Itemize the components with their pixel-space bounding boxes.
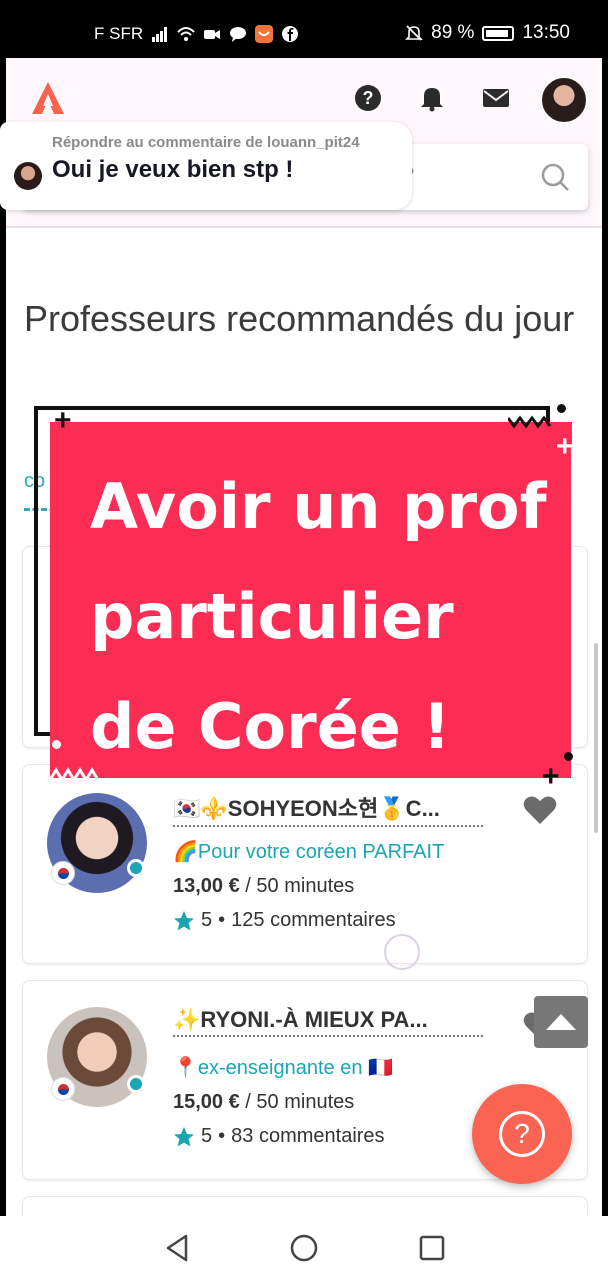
teacher-tagline: 🌈Pour votre coréen PARFAIT bbox=[173, 841, 445, 863]
teacher-name[interactable]: ✨RYONI.-À MIEUX PA... bbox=[173, 1007, 483, 1037]
android-nav-bar bbox=[0, 1216, 608, 1280]
teacher-card[interactable]: 🇰🇷⚜️SOHYEON소현🥇C... 🌈Pour votre coréen PA… bbox=[22, 764, 588, 964]
korea-flag-icon bbox=[51, 861, 75, 885]
signal-icon bbox=[152, 27, 168, 42]
star-icon bbox=[174, 1126, 194, 1146]
zigzag-decoration-icon bbox=[508, 415, 552, 429]
video-icon bbox=[204, 30, 221, 39]
chat-icon bbox=[230, 27, 247, 42]
teacher-rating: 5 • 125 commentaires bbox=[173, 909, 396, 932]
mail-icon[interactable] bbox=[482, 84, 510, 112]
online-status-icon bbox=[127, 859, 145, 877]
rating-value: 5 bbox=[201, 909, 213, 931]
search-icon[interactable] bbox=[540, 162, 570, 192]
plus-decoration-icon: + bbox=[542, 760, 560, 793]
shopping-app-icon bbox=[255, 25, 274, 43]
dot-decoration bbox=[557, 404, 566, 413]
loading-spinner bbox=[384, 934, 420, 970]
teacher-rating: 5 • 83 commentaires bbox=[173, 1125, 385, 1148]
facebook-icon bbox=[282, 26, 299, 42]
review-count: 125 commentaires bbox=[231, 909, 396, 931]
online-status-icon bbox=[127, 1075, 145, 1093]
teacher-price: 15,00 € / 50 minutes bbox=[173, 1091, 354, 1114]
bell-icon[interactable] bbox=[418, 84, 446, 112]
heart-icon[interactable] bbox=[523, 795, 557, 825]
section-title: Professeurs recommandés du jour bbox=[24, 298, 575, 339]
zigzag-decoration-icon bbox=[50, 767, 98, 782]
header-divider bbox=[6, 226, 602, 228]
reply-comment-overlay: Répondre au commentaire de louann_pit24 … bbox=[0, 122, 412, 210]
reply-avatar bbox=[14, 162, 42, 190]
promo-text-overlay: Avoir un prof particulier de Corée ! + +… bbox=[30, 400, 590, 793]
rating-separator: • bbox=[218, 909, 226, 931]
question-icon: ? bbox=[499, 1111, 545, 1157]
teacher-name[interactable]: 🇰🇷⚜️SOHYEON소현🥇C... bbox=[173, 791, 483, 827]
teacher-card-partial[interactable] bbox=[22, 1196, 588, 1216]
wifi-icon bbox=[177, 27, 195, 41]
korea-flag-icon bbox=[51, 1077, 75, 1101]
teacher-tagline: 📍ex-enseignante en 🇫🇷 bbox=[173, 1057, 393, 1079]
status-right: 89 % 13:50 bbox=[405, 22, 570, 44]
mute-icon bbox=[405, 25, 424, 41]
reply-text: Oui je veux bien stp ! bbox=[52, 156, 294, 183]
scroll-to-top-button[interactable] bbox=[534, 996, 588, 1048]
rating-value: 5 bbox=[201, 1125, 213, 1147]
review-count: 83 commentaires bbox=[231, 1125, 385, 1147]
promo-card: Avoir un prof particulier de Corée ! bbox=[50, 422, 574, 786]
status-left: F SFR bbox=[94, 24, 299, 44]
help-icon[interactable]: ? bbox=[354, 84, 382, 112]
promo-text: Avoir un prof particulier de Corée ! bbox=[90, 470, 547, 763]
avatar[interactable] bbox=[540, 76, 588, 124]
italki-logo-icon[interactable] bbox=[30, 80, 66, 116]
help-fab-button[interactable]: ? bbox=[472, 1084, 572, 1184]
price-value: 13,00 € bbox=[173, 875, 240, 897]
recents-icon[interactable] bbox=[416, 1232, 448, 1264]
svg-text:?: ? bbox=[363, 88, 374, 108]
status-bar: F SFR 89 % 13:50 bbox=[0, 0, 608, 66]
carrier-label: F SFR bbox=[94, 24, 144, 43]
clock: 13:50 bbox=[522, 22, 570, 43]
home-icon[interactable] bbox=[288, 1232, 320, 1264]
rating-separator: • bbox=[218, 1125, 226, 1147]
dot-decoration bbox=[564, 752, 573, 761]
price-value: 15,00 € bbox=[173, 1091, 240, 1113]
price-duration: / 50 minutes bbox=[245, 1091, 355, 1113]
price-duration: / 50 minutes bbox=[245, 875, 355, 897]
phone-screen: F SFR 89 % 13:50 ? ? bbox=[0, 0, 608, 1280]
back-icon[interactable] bbox=[162, 1232, 194, 1264]
star-icon bbox=[174, 910, 194, 930]
teacher-price: 13,00 € / 50 minutes bbox=[173, 875, 354, 898]
battery-percent: 89 % bbox=[431, 22, 475, 43]
scrollbar[interactable] bbox=[594, 643, 598, 833]
battery-icon bbox=[482, 25, 515, 41]
plus-decoration-icon: + bbox=[556, 430, 574, 463]
reply-subtitle: Répondre au commentaire de louann_pit24 bbox=[52, 134, 360, 151]
arrow-up-icon bbox=[546, 1014, 576, 1030]
dot-decoration bbox=[52, 740, 61, 749]
plus-decoration-icon: + bbox=[54, 404, 72, 437]
